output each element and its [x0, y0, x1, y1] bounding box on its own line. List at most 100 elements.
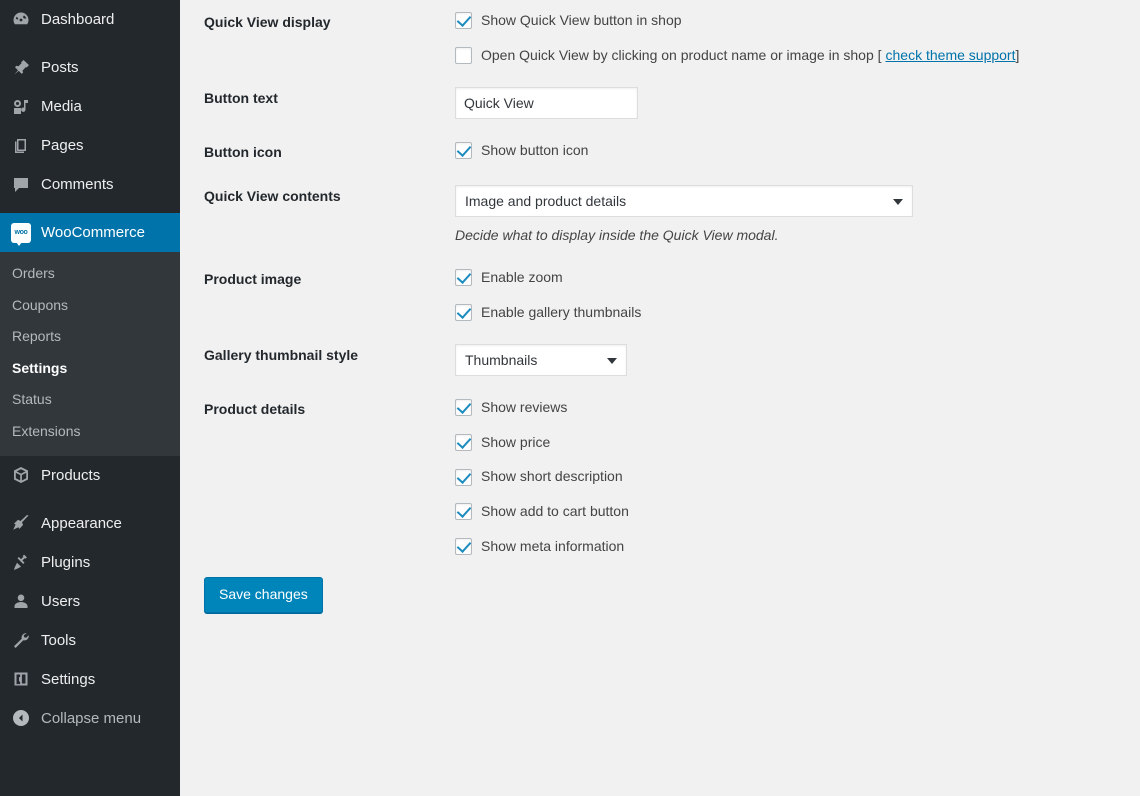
current-menu-arrow-icon	[180, 224, 188, 241]
checkbox-row-show-add-to-cart-button[interactable]: Show add to cart button	[455, 502, 1130, 522]
checkbox-row-show-price[interactable]: Show price	[455, 433, 1130, 453]
sidebar-item-users[interactable]: Users	[0, 582, 180, 621]
admin-sidebar: Dashboard Posts Media Pages Comments woo…	[0, 0, 188, 796]
sidebar-item-products[interactable]: Products	[0, 456, 180, 495]
checkbox-show-add-to-cart-button[interactable]	[455, 503, 472, 521]
sidebar-item-label: Appearance	[41, 514, 122, 532]
checkbox-show-reviews[interactable]	[455, 399, 472, 417]
checkbox-show-short-description[interactable]	[455, 468, 472, 486]
checkbox-label[interactable]: Show meta information	[481, 537, 624, 557]
checkbox-show-price[interactable]	[455, 434, 472, 452]
checkbox-row-enable-gallery-thumbnails[interactable]: Enable gallery thumbnails	[455, 303, 1130, 323]
sidebar-item-label: Dashboard	[41, 11, 115, 28]
checkbox-label[interactable]: Show price	[481, 433, 550, 453]
sidebar-divider	[0, 39, 180, 48]
sidebar-item-tools[interactable]: Tools	[0, 621, 180, 660]
plugins-icon	[11, 552, 31, 572]
check-theme-support-link[interactable]: check theme support	[886, 46, 1016, 66]
comments-icon	[11, 175, 31, 195]
sidebar-item-media[interactable]: Media	[0, 87, 180, 126]
checkbox-show-quick-view-button[interactable]	[455, 12, 472, 30]
checkbox-enable-zoom[interactable]	[455, 269, 472, 287]
submit-area: Save changes	[180, 567, 1140, 613]
label-gallery-thumbnail-style: Gallery thumbnail style	[204, 347, 359, 364]
quick-view-contents-select[interactable]: Image and product details	[455, 185, 913, 218]
sidebar-item-label: Plugins	[41, 553, 91, 571]
sidebar-item-label: Pages	[41, 137, 84, 154]
checkbox-open-quick-view-on-click[interactable]	[455, 46, 472, 64]
sidebar-divider	[0, 495, 180, 504]
checkbox-label-suffix: ]	[1015, 46, 1020, 63]
label-button-text: Button text	[204, 90, 278, 107]
field-quick-view-display: Show Quick View button in shop Open Quic…	[445, 0, 1140, 76]
quick-view-settings-form: Quick View display Show Quick View butto…	[180, 0, 1140, 567]
select-value: Image and product details	[465, 193, 627, 210]
checkbox-show-button-icon[interactable]	[455, 142, 472, 160]
quick-view-contents-description: Decide what to display inside the Quick …	[455, 227, 779, 244]
checkbox-label[interactable]: Open Quick View by clicking on product n…	[481, 46, 882, 66]
sidebar-item-dashboard[interactable]: Dashboard	[0, 0, 180, 39]
pin-icon	[11, 58, 31, 78]
row-button-icon: Button icon Show button icon	[180, 130, 1140, 174]
checkbox-enable-gallery-thumbnails[interactable]	[455, 303, 472, 321]
sidebar-item-label: Tools	[41, 631, 77, 649]
settings-icon	[11, 669, 31, 689]
checkbox-label[interactable]: Enable gallery thumbnails	[481, 303, 641, 323]
checkbox-label[interactable]: Enable zoom	[481, 268, 563, 288]
chevron-down-icon	[607, 358, 617, 365]
field-product-image: Enable zoom Enable gallery thumbnails	[445, 257, 1140, 333]
checkbox-label[interactable]: Show Quick View button in shop	[481, 11, 682, 31]
label-product-details: Product details	[204, 401, 306, 418]
select-value: Thumbnails	[465, 352, 538, 369]
sidebar-item-posts[interactable]: Posts	[0, 48, 180, 87]
checkbox-label[interactable]: Show short description	[481, 467, 623, 487]
users-icon	[11, 591, 31, 611]
sidebar-subitem-settings[interactable]: Settings	[0, 353, 180, 385]
sidebar-subitem-status[interactable]: Status	[0, 384, 180, 416]
label-button-icon: Button icon	[204, 144, 282, 161]
woocommerce-submenu: Orders Coupons Reports Settings Status E…	[0, 252, 180, 456]
row-quick-view-contents: Quick View contents Image and product de…	[180, 174, 1140, 257]
sidebar-subitem-orders[interactable]: Orders	[0, 258, 180, 290]
sidebar-item-label: Settings	[41, 670, 96, 688]
checkbox-show-meta-information[interactable]	[455, 537, 472, 555]
checkbox-row-show-meta-information[interactable]: Show meta information	[455, 537, 1130, 557]
sidebar-item-settings[interactable]: Settings	[0, 660, 180, 699]
sidebar-item-label: Users	[41, 592, 81, 610]
sidebar-item-label: Products	[41, 466, 101, 484]
chevron-down-icon	[893, 199, 903, 206]
sidebar-item-woocommerce[interactable]: woo WooCommerce	[0, 213, 188, 252]
button-text-input[interactable]	[455, 87, 638, 120]
sidebar-item-label: Media	[41, 98, 82, 115]
sidebar-subitem-extensions[interactable]: Extensions	[0, 416, 180, 448]
checkbox-row-show-short-description[interactable]: Show short description	[455, 467, 1130, 487]
collapse-menu-button[interactable]: Collapse menu	[0, 699, 180, 738]
checkbox-label[interactable]: Show reviews	[481, 398, 567, 418]
sidebar-item-label: Comments	[41, 176, 114, 193]
checkbox-label[interactable]: Show button icon	[481, 141, 588, 161]
checkbox-row-show-button-icon[interactable]: Show button icon	[455, 141, 1130, 161]
sidebar-item-label: WooCommerce	[41, 224, 145, 241]
sidebar-subitem-reports[interactable]: Reports	[0, 321, 180, 353]
row-quick-view-display: Quick View display Show Quick View butto…	[180, 0, 1140, 76]
sidebar-item-comments[interactable]: Comments	[0, 165, 180, 204]
checkbox-row-show-reviews[interactable]: Show reviews	[455, 398, 1130, 418]
settings-main-panel: Quick View display Show Quick View butto…	[180, 0, 1140, 796]
sidebar-item-plugins[interactable]: Plugins	[0, 543, 180, 582]
sidebar-item-pages[interactable]: Pages	[0, 126, 180, 165]
checkbox-label[interactable]: Show add to cart button	[481, 502, 629, 522]
save-changes-button[interactable]: Save changes	[204, 577, 323, 613]
media-icon	[11, 97, 31, 117]
field-product-details: Show reviews Show price Show short descr…	[445, 387, 1140, 567]
gallery-thumbnail-style-select[interactable]: Thumbnails	[455, 344, 627, 377]
checkbox-row-open-on-click[interactable]: Open Quick View by clicking on product n…	[455, 46, 1130, 66]
collapse-arrow-icon	[11, 708, 31, 728]
sidebar-subitem-coupons[interactable]: Coupons	[0, 290, 180, 322]
tools-icon	[11, 630, 31, 650]
checkbox-row-enable-zoom[interactable]: Enable zoom	[455, 268, 1130, 288]
dashboard-icon	[11, 10, 31, 30]
row-button-text: Button text	[180, 76, 1140, 130]
sidebar-item-appearance[interactable]: Appearance	[0, 504, 180, 543]
checkbox-row-show-quick-view-button[interactable]: Show Quick View button in shop	[455, 11, 1130, 31]
field-gallery-thumbnail-style: Thumbnails	[445, 333, 1140, 387]
